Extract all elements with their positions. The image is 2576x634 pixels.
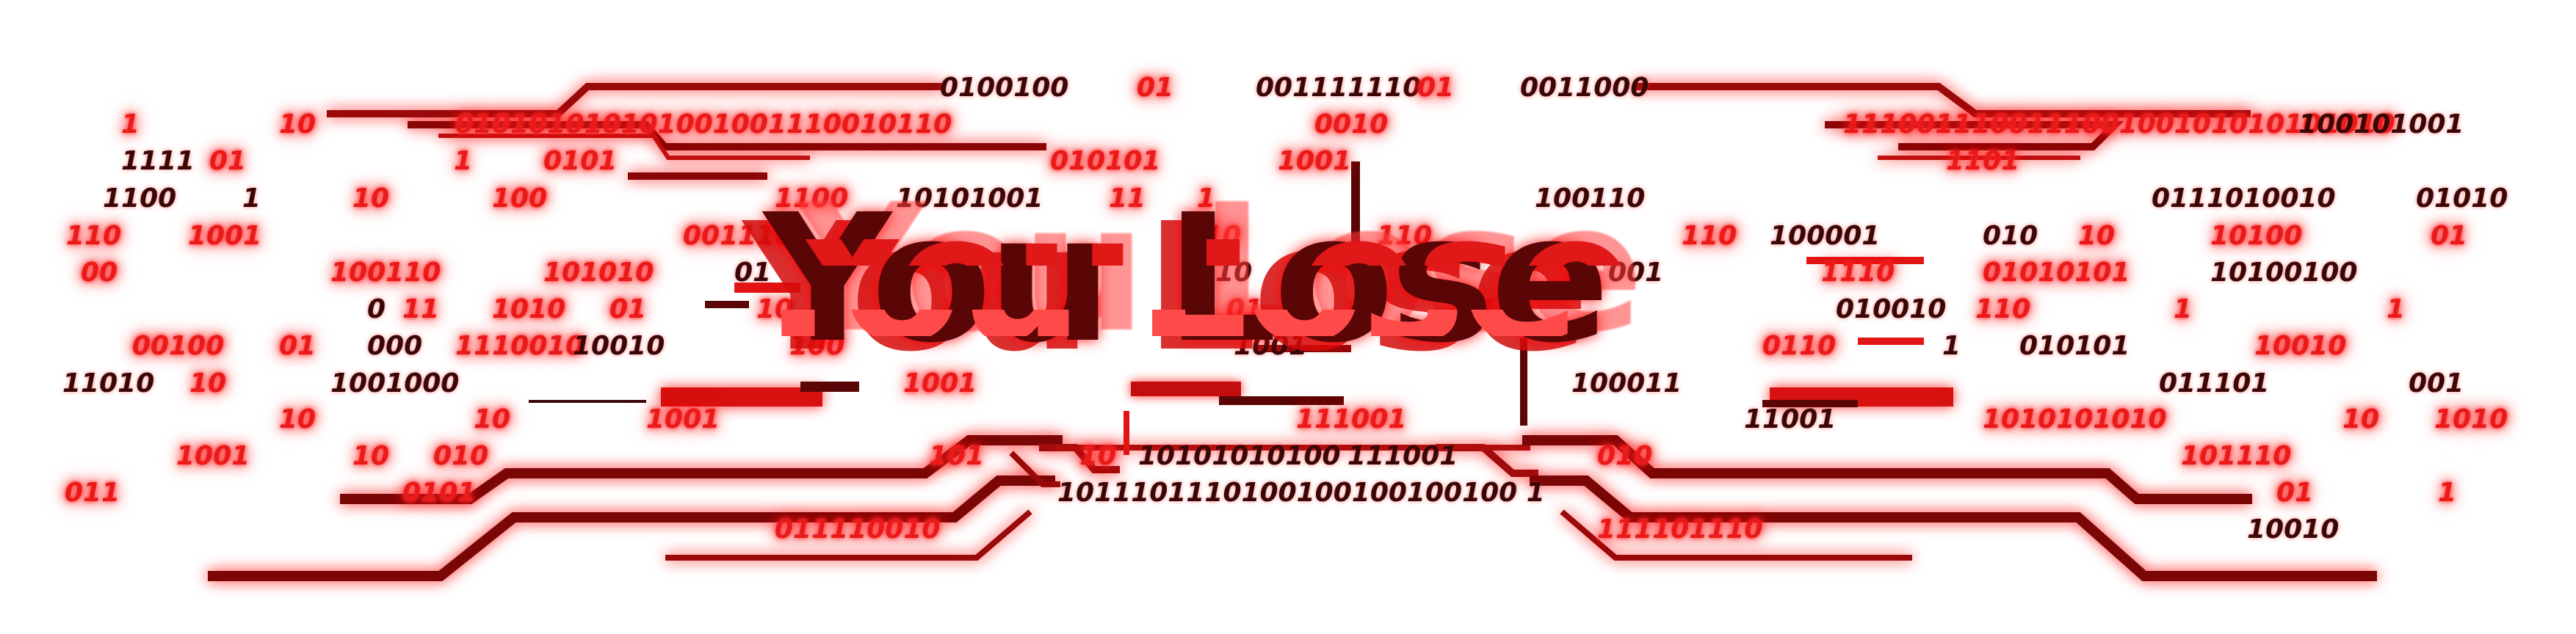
binary-fragment: 11001 (1744, 404, 1837, 434)
binary-fragment: 1010101010 (1983, 404, 2167, 434)
binary-fragment: 111001 (1347, 441, 1458, 471)
binary-fragment: 1 (121, 109, 140, 139)
binary-fragment: 000 (367, 331, 423, 361)
binary-fragment: 001111110 (1256, 73, 1422, 103)
binary-fragment: 10 (2078, 221, 2116, 251)
binary-fragment: 010101 (2019, 331, 2130, 361)
binary-fragment: 111101110 (1597, 514, 1763, 544)
binary-fragment: 011110010 (775, 514, 941, 544)
game-over-title: You Lose You Lose You Lose You Lose You … (734, 166, 1821, 390)
binary-fragment: 10010 (2247, 514, 2340, 544)
binary-fragment: 100 (492, 183, 548, 214)
binary-fragment: 010101010101001001110010110 (455, 109, 952, 139)
binary-fragment: 10 (2342, 404, 2380, 434)
binary-fragment: 010 (1983, 221, 2038, 251)
binary-fragment: 110 (1975, 294, 2031, 324)
binary-fragment: 010010 (1836, 294, 1947, 324)
binary-fragment: 1110010 (455, 331, 585, 361)
binary-fragment: 10 (1079, 441, 1117, 471)
binary-fragment: 101 (929, 441, 985, 471)
binary-fragment: 0010 (1314, 109, 1389, 139)
binary-fragment: 011101 (2159, 368, 2270, 398)
binary-fragment: 001 (2409, 368, 2464, 398)
binary-fragment: 1101 (1946, 146, 2020, 176)
binary-fragment: 10100 (2210, 221, 2303, 251)
binary-fragment: 1 (2438, 478, 2457, 508)
binary-fragment: 01 (1137, 73, 1174, 103)
binary-fragment: 1001 (188, 221, 262, 251)
glitch-bar (529, 400, 646, 403)
binary-fragment: 1001000 (330, 368, 460, 398)
binary-fragment: 10100100 (2210, 258, 2358, 288)
binary-fragment: 011 (65, 478, 120, 508)
binary-fragment: 10 (352, 441, 390, 471)
title-text: You Lose (764, 176, 1610, 382)
binary-fragment: 01 (2276, 478, 2314, 508)
binary-fragment: 00100 (132, 331, 225, 361)
binary-fragment: 10 (352, 183, 390, 214)
binary-fragment: 0101 (543, 146, 618, 176)
binary-fragment: 1001 (176, 441, 250, 471)
glitch-bar (1858, 338, 1924, 345)
game-over-screen: 0100100 01 001111110 01 0011000 1 10 0101010101… (0, 0, 2576, 634)
binary-fragment: 1001 (646, 404, 720, 434)
binary-fragment: 01 (1417, 73, 1455, 103)
binary-fragment: 0011000 (1520, 73, 1649, 103)
binary-fragment: 1 (454, 146, 473, 176)
binary-fragment: 1 (2174, 294, 2193, 324)
binary-fragment: 10010 (2254, 331, 2347, 361)
binary-fragment: 1010 (492, 294, 566, 324)
glitch-bar (1124, 411, 1129, 455)
binary-fragment: 0100100 (940, 73, 1069, 103)
binary-fragment: 1100 (103, 183, 177, 214)
binary-fragment: 0111010010 (2152, 183, 2336, 214)
binary-fragment: 11010 (62, 368, 155, 398)
binary-fragment: 0 (367, 294, 386, 324)
binary-fragment: 010 (433, 441, 489, 471)
binary-fragment: 01010101 (1983, 258, 2130, 288)
binary-fragment: 11 (402, 294, 440, 324)
binary-fragment: 00 (81, 258, 118, 288)
binary-fragment: 010 (1597, 441, 1653, 471)
binary-fragment: 1110 (1821, 258, 1895, 288)
binary-fragment: 100101001 (2298, 109, 2464, 139)
binary-fragment: 10 (279, 404, 316, 434)
binary-fragment: 1 (242, 183, 261, 214)
binary-fragment: 10101010100 (1138, 441, 1341, 471)
binary-fragment: 1010 (2434, 404, 2508, 434)
binary-fragment: 1111 (121, 146, 195, 176)
binary-fragment: 10 (189, 368, 227, 398)
binary-fragment: 110 (66, 221, 122, 251)
binary-fragment: 01010 (2416, 183, 2508, 214)
binary-fragment: 01 (609, 294, 647, 324)
binary-fragment: 10 (279, 109, 316, 139)
binary-fragment: 01 (209, 146, 247, 176)
binary-fragment: 100110 (330, 258, 441, 288)
binary-fragment: 111001 (1296, 404, 1407, 434)
binary-fragment: 1 (2387, 294, 2406, 324)
binary-fragment: 10 (474, 404, 511, 434)
binary-fragment: 01 (2431, 221, 2468, 251)
binary-fragment: 101010 (543, 258, 654, 288)
binary-fragment: 01 (279, 331, 316, 361)
binary-fragment: 0101 (402, 478, 477, 508)
binary-fragment: 1 (1942, 331, 1961, 361)
glitch-bar (705, 301, 749, 308)
binary-fragment: 10010 (573, 331, 665, 361)
binary-fragment: 1011101110100100100100100 1 (1057, 478, 1545, 508)
binary-fragment: 101110 (2181, 441, 2292, 471)
